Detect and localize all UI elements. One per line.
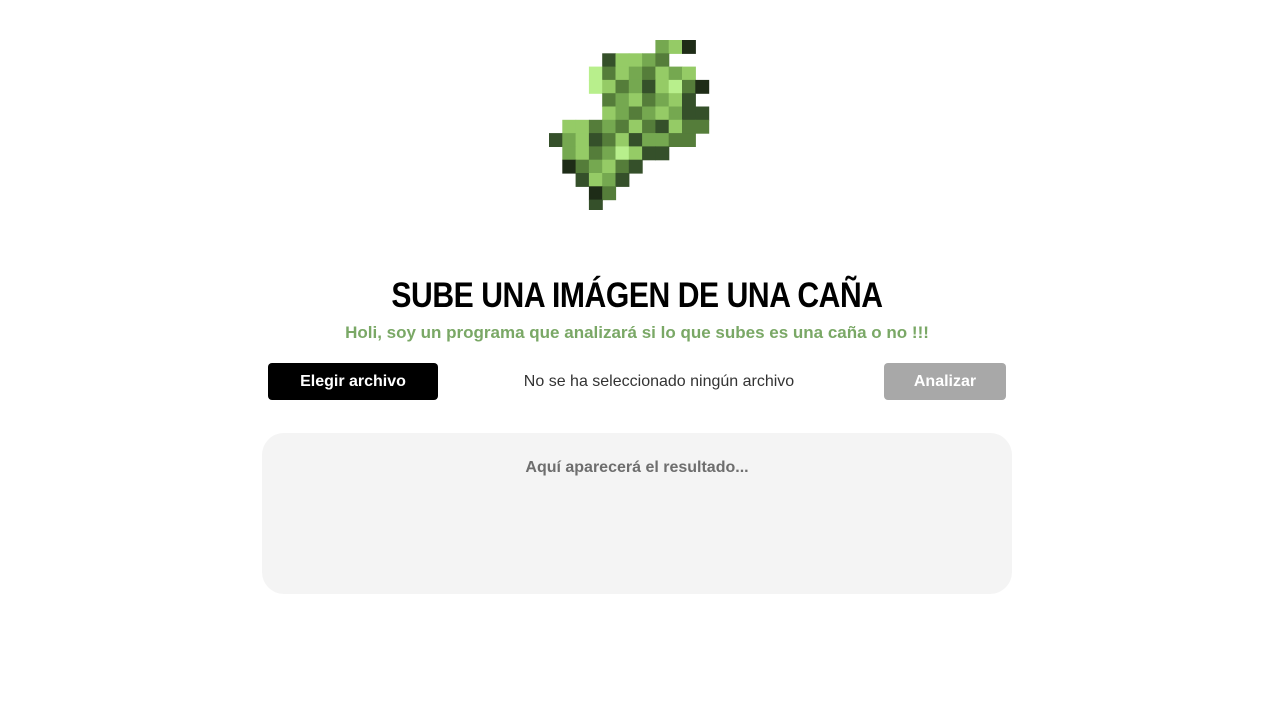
logo-pixel bbox=[602, 79, 617, 94]
logo-pixel bbox=[615, 133, 630, 147]
logo-pixel bbox=[588, 173, 603, 187]
logo-pixel bbox=[615, 119, 630, 134]
logo-pixel bbox=[628, 106, 643, 121]
logo-pixel bbox=[588, 79, 603, 94]
analyze-button[interactable]: Analizar bbox=[884, 363, 1006, 400]
file-status-text: No se ha seleccionado ningún archivo bbox=[523, 373, 795, 390]
logo-pixel bbox=[695, 119, 710, 134]
logo-pixel bbox=[562, 159, 577, 174]
logo-pixel bbox=[588, 186, 603, 201]
logo-pixel bbox=[668, 106, 683, 121]
logo-pixel bbox=[655, 106, 670, 121]
logo-pixel bbox=[682, 133, 696, 147]
sugar-cane-icon bbox=[549, 40, 729, 210]
logo-pixel bbox=[602, 146, 617, 161]
logo-pixel bbox=[602, 93, 617, 108]
logo-pixel bbox=[655, 93, 670, 108]
result-placeholder: Aquí aparecerá el resultado... bbox=[525, 459, 749, 476]
logo-pixel bbox=[615, 66, 630, 81]
logo-pixel bbox=[628, 79, 643, 94]
logo-pixel bbox=[642, 53, 656, 68]
logo-pixel bbox=[615, 159, 630, 174]
logo-pixel bbox=[668, 93, 683, 108]
logo-pixel bbox=[575, 133, 590, 147]
logo-pixel bbox=[628, 133, 643, 147]
logo-pixel bbox=[602, 159, 617, 174]
logo-pixel bbox=[615, 93, 630, 108]
logo-pixel bbox=[642, 66, 656, 81]
logo-pixel bbox=[655, 133, 670, 147]
logo-pixel bbox=[642, 146, 656, 161]
logo-pixel bbox=[562, 146, 577, 161]
logo-pixel bbox=[602, 66, 617, 81]
logo-pixel bbox=[562, 119, 577, 134]
logo-pixel bbox=[668, 40, 683, 54]
logo-pixel bbox=[668, 79, 683, 94]
logo-pixel bbox=[682, 79, 696, 94]
result-panel: Aquí aparecerá el resultado... bbox=[262, 433, 1012, 594]
logo-pixel bbox=[655, 79, 670, 94]
logo-pixel bbox=[682, 119, 696, 134]
logo-pixel bbox=[602, 173, 617, 187]
logo-pixel bbox=[615, 173, 630, 187]
logo-pixel bbox=[642, 93, 656, 108]
logo-pixel bbox=[588, 66, 603, 81]
logo-pixel bbox=[562, 133, 577, 147]
logo-pixel bbox=[615, 146, 630, 161]
logo-pixel bbox=[695, 106, 710, 121]
logo-pixel bbox=[628, 146, 643, 161]
logo-pixel bbox=[575, 146, 590, 161]
logo-pixel bbox=[602, 106, 617, 121]
logo-pixel bbox=[642, 79, 656, 94]
logo-pixel bbox=[655, 53, 670, 68]
logo-pixel bbox=[628, 66, 643, 81]
logo-pixel bbox=[682, 106, 696, 121]
logo-pixel bbox=[628, 119, 643, 134]
choose-file-button[interactable]: Elegir archivo bbox=[268, 363, 438, 400]
logo-pixel bbox=[642, 119, 656, 134]
sugar-cane-pixel-art bbox=[549, 40, 710, 210]
logo-pixel bbox=[575, 173, 590, 187]
logo-pixel bbox=[575, 159, 590, 174]
logo-pixel bbox=[655, 119, 670, 134]
logo-pixel bbox=[628, 53, 643, 68]
logo-pixel bbox=[668, 66, 683, 81]
logo-pixel bbox=[588, 133, 603, 147]
logo-pixel bbox=[668, 133, 683, 147]
logo-pixel bbox=[682, 40, 696, 54]
logo-pixel bbox=[588, 119, 603, 134]
logo-pixel bbox=[602, 119, 617, 134]
logo-pixel bbox=[602, 186, 617, 201]
logo-pixel bbox=[615, 53, 630, 68]
logo-pixel bbox=[588, 199, 603, 210]
logo-pixel bbox=[695, 79, 710, 94]
logo-pixel bbox=[602, 133, 617, 147]
logo-pixel bbox=[655, 146, 670, 161]
logo-pixel bbox=[575, 119, 590, 134]
logo-pixel bbox=[668, 119, 683, 134]
logo-pixel bbox=[642, 133, 656, 147]
logo-pixel bbox=[655, 40, 670, 54]
logo-pixel bbox=[615, 106, 630, 121]
logo-pixel bbox=[628, 159, 643, 174]
file-upload-row: Elegir archivo No se ha seleccionado nin… bbox=[268, 363, 1006, 400]
page: SUBE UNA IMÁGEN DE UNA CAÑA Holi, soy un… bbox=[0, 0, 1264, 727]
page-subtitle: Holi, soy un programa que analizará si l… bbox=[345, 323, 929, 342]
logo-pixel bbox=[642, 106, 656, 121]
logo-pixel bbox=[628, 93, 643, 108]
logo-pixel bbox=[615, 79, 630, 94]
logo-pixel bbox=[588, 159, 603, 174]
logo-pixel bbox=[682, 93, 696, 108]
logo-pixel bbox=[602, 53, 617, 68]
logo-pixel bbox=[682, 66, 696, 81]
logo-pixel bbox=[588, 146, 603, 161]
logo-pixel bbox=[549, 133, 563, 147]
page-title: SUBE UNA IMÁGEN DE UNA CAÑA bbox=[391, 276, 883, 315]
logo-pixel bbox=[655, 66, 670, 81]
